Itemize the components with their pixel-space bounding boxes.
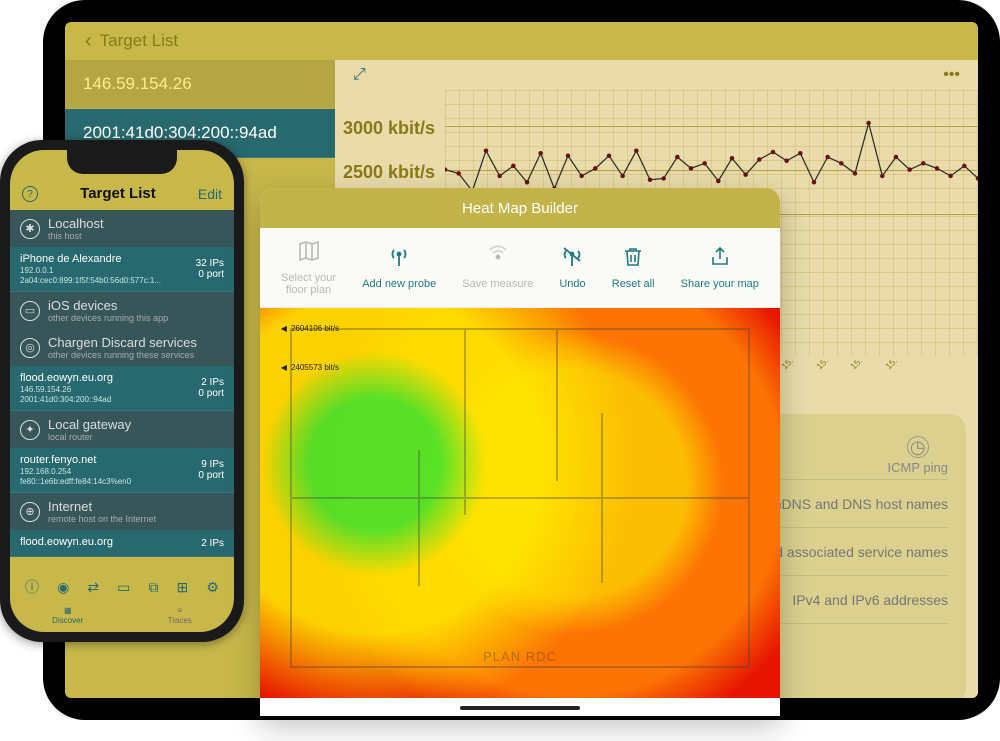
clock-icon: ◷ <box>907 436 929 458</box>
x-tick: 15:42 <box>780 360 817 386</box>
tab-traces[interactable]: ≡Traces <box>168 606 192 625</box>
tab-icon: ▦ <box>64 606 72 615</box>
hub-icon: ✱ <box>20 219 40 239</box>
ipad-back-button[interactable]: ‹ Target List <box>65 22 978 60</box>
undo-button[interactable]: Undo <box>559 245 585 290</box>
map-icon <box>297 239 321 266</box>
iphone-toolbar: ⓘ ◉ ⇄ ▭ ⧉ ⊞ ⚙ <box>16 572 228 602</box>
list-item[interactable]: router.fenyo.net192.168.0.254fe80::1e6b:… <box>10 448 234 493</box>
section-header: ▭ iOS devicesother devices running this … <box>10 292 234 329</box>
section-header: ✦ Local gatewaylocal router <box>10 411 234 448</box>
screen-icon[interactable]: ⧉ <box>148 579 158 596</box>
heatmap-canvas[interactable]: PLAN RDC 2604106 bit/s 2405573 bit/s <box>260 308 780 698</box>
wifi-icon <box>486 245 510 272</box>
trash-icon <box>621 245 645 272</box>
y-tick: 2500 kbit/s <box>343 162 435 183</box>
details-row: mDNS and DNS host names <box>770 496 948 512</box>
devices-icon[interactable]: ▭ <box>117 579 130 596</box>
map-icon[interactable]: ⊞ <box>177 579 189 596</box>
iphone-notch <box>67 150 177 174</box>
details-row: IPv4 and IPv6 addresses <box>792 592 948 608</box>
reset-all-button[interactable]: Reset all <box>612 245 655 290</box>
select-floorplan-button: Select yourfloor plan <box>281 239 336 296</box>
sidebar-item-label: 146.59.154.26 <box>83 74 192 93</box>
probe-marker[interactable]: 2604106 bit/s <box>281 324 339 333</box>
help-button[interactable]: ? <box>22 186 38 202</box>
heatmap-toolbar: Select yourfloor plan Add new probe Save… <box>260 228 780 308</box>
devices-icon: ▭ <box>20 301 40 321</box>
section-header: ✱ Localhostthis host <box>10 210 234 247</box>
floorplan-overlay: PLAN RDC <box>290 328 750 668</box>
page-title: Target List <box>80 185 156 202</box>
y-tick: 3000 kbit/s <box>343 118 435 139</box>
tab-icon: ≡ <box>177 606 182 615</box>
save-measure-button: Save measure <box>462 245 533 290</box>
target-list[interactable]: ✱ Localhostthis hostiPhone de Alexandre1… <box>10 210 234 572</box>
heatmap-builder-modal: Heat Map Builder Select yourfloor plan A… <box>260 188 780 716</box>
edit-button[interactable]: Edit <box>198 186 222 202</box>
modal-title: Heat Map Builder <box>260 188 780 228</box>
iphone-tabbar: ▦Discover ≡Traces <box>10 602 234 628</box>
expand-icon[interactable]: ⤢ <box>353 66 366 84</box>
home-indicator <box>460 706 580 710</box>
plan-label: PLAN RDC <box>483 649 557 664</box>
ipad-back-label: Target List <box>100 31 178 51</box>
x-tick: 15:42 <box>849 360 886 386</box>
x-tick: 15:42 <box>883 360 920 386</box>
tab-discover[interactable]: ▦Discover <box>52 606 83 625</box>
x-tick: 15:42 <box>814 360 851 386</box>
iphone-screen: ? Target List Edit ✱ Localhostthis hosti… <box>10 150 234 632</box>
icmp-ping[interactable]: ◷ ICMP ping <box>888 436 948 475</box>
more-icon[interactable]: ••• <box>943 66 960 84</box>
list-item[interactable]: iPhone de Alexandre192.0.0.12a04:cec0:89… <box>10 247 234 292</box>
iphone-device: ? Target List Edit ✱ Localhostthis hosti… <box>0 140 244 642</box>
repeat-icon[interactable]: ⇄ <box>87 579 99 596</box>
sidebar-item-ipv4[interactable]: 146.59.154.26 <box>65 60 335 109</box>
list-item[interactable]: flood.eowyn.eu.org146.59.154.262001:41d0… <box>10 366 234 411</box>
section-header: ⊕ Internetremote host on the Internet <box>10 493 234 530</box>
info-icon[interactable]: ⓘ <box>25 577 39 597</box>
chevron-left-icon: ‹ <box>85 30 92 53</box>
share-map-button[interactable]: Share your map <box>681 245 759 290</box>
share-icon <box>708 245 732 272</box>
list-item[interactable]: flood.eowyn.eu.org 2 IPs <box>10 530 234 557</box>
globe-icon: ⊕ <box>20 502 40 522</box>
compass-icon: ✦ <box>20 420 40 440</box>
target-icon: ◎ <box>20 338 40 358</box>
record-icon[interactable]: ◉ <box>57 579 69 596</box>
gear-icon[interactable]: ⚙ <box>206 579 219 596</box>
antenna-icon <box>387 245 411 272</box>
probe-marker[interactable]: 2405573 bit/s <box>281 363 339 372</box>
add-probe-button[interactable]: Add new probe <box>362 245 436 290</box>
section-header: ◎ Chargen Discard servicesother devices … <box>10 329 234 366</box>
undo-icon <box>560 245 584 272</box>
